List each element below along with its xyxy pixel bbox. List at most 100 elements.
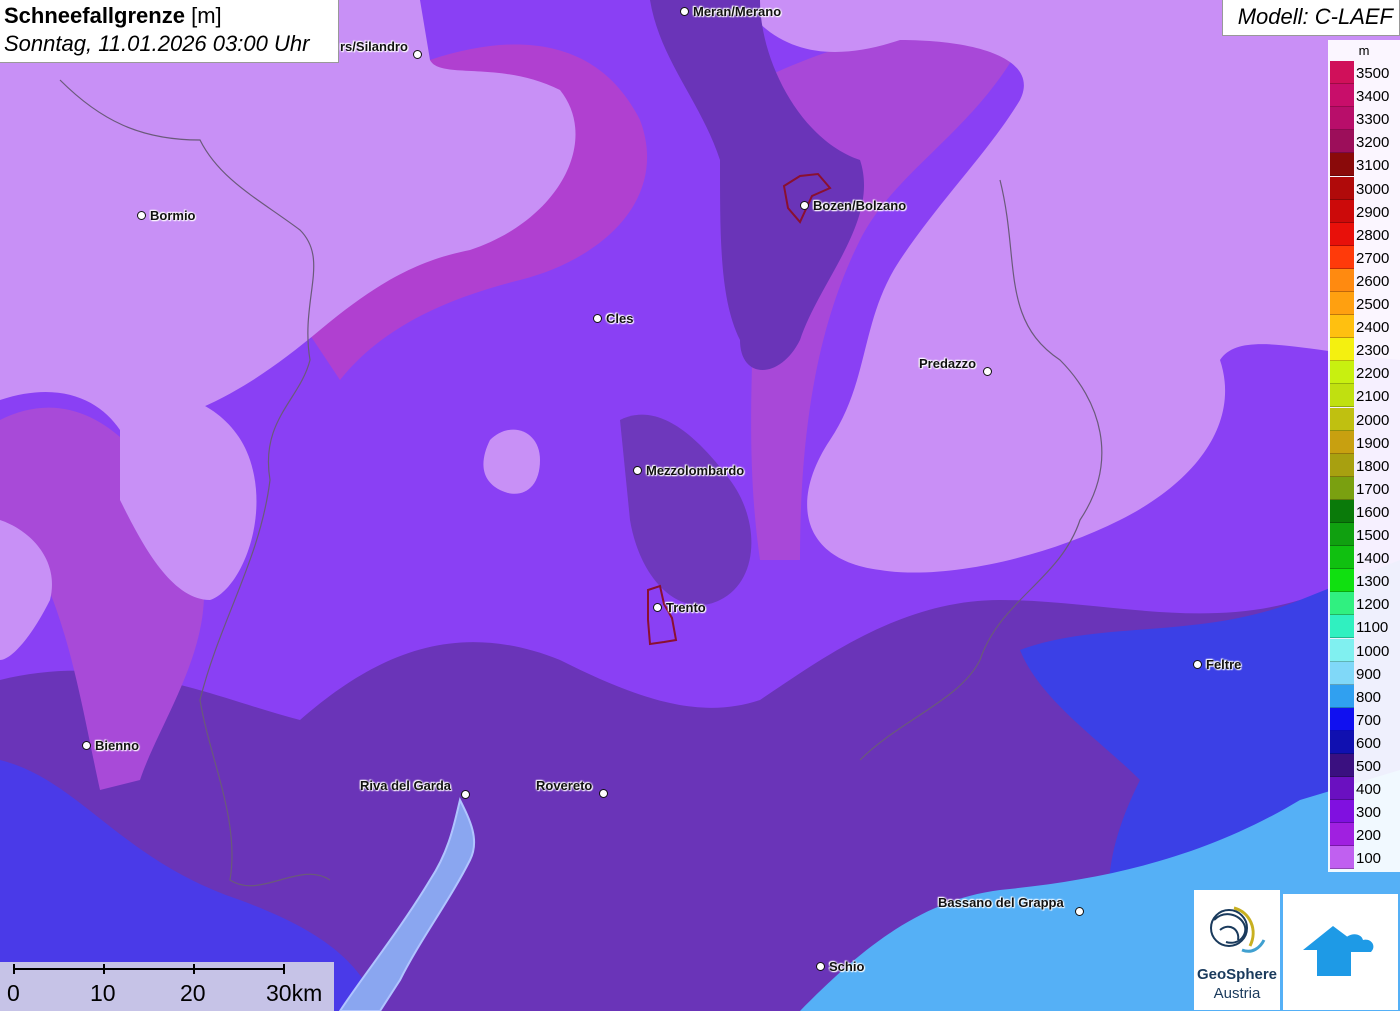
legend-row: 2800 — [1330, 222, 1400, 246]
legend-value: 1900 — [1356, 434, 1390, 452]
legend-swatch — [1330, 707, 1354, 731]
legend-value: 500 — [1356, 758, 1382, 775]
legend-row: 1900 — [1330, 430, 1400, 454]
city-marker — [983, 367, 992, 376]
title-box: Schneefallgrenze [m] Sonntag, 11.01.2026… — [0, 0, 339, 63]
logo-text-austria: Austria — [1213, 985, 1261, 1002]
city-marker — [137, 211, 146, 220]
city-marker — [816, 962, 825, 971]
legend-row: 3500 — [1330, 61, 1400, 84]
legend-swatch — [1330, 199, 1354, 223]
legend-value: 2800 — [1356, 226, 1390, 244]
legend-row: 2700 — [1330, 245, 1400, 269]
legend-value: 800 — [1356, 688, 1382, 706]
legend-row: 2200 — [1330, 361, 1400, 385]
legend-swatch — [1330, 661, 1354, 685]
city-label: Cles — [606, 311, 634, 326]
legend-value: 200 — [1356, 827, 1382, 845]
legend-row: 300 — [1330, 800, 1400, 824]
color-legend: m 3500 3400 3300 3200 3100 3000 2900 2800 2700 26… — [1328, 40, 1400, 872]
legend-value: 1300 — [1356, 573, 1390, 591]
legend-swatch — [1330, 800, 1354, 824]
legend-row: 200 — [1330, 823, 1400, 847]
legend-swatch — [1330, 84, 1354, 108]
legend-row: 1800 — [1330, 453, 1400, 477]
legend-value: 2000 — [1356, 411, 1390, 429]
legend-swatch — [1330, 268, 1354, 292]
city-label: Rovereto — [536, 778, 593, 793]
legend-row: 3000 — [1330, 176, 1400, 200]
legend-value: 2200 — [1356, 365, 1390, 383]
legend-swatch — [1330, 176, 1354, 200]
legend-value: 3200 — [1356, 134, 1390, 152]
city-marker — [800, 201, 809, 210]
legend-value: 3400 — [1356, 88, 1390, 106]
legend-row: 1200 — [1330, 592, 1400, 616]
legend-unit: m — [1358, 43, 1370, 58]
legend-swatch — [1330, 292, 1354, 315]
map-subtitle: Sonntag, 11.01.2026 03:00 Uhr — [4, 31, 310, 56]
city-label: Schio — [829, 959, 865, 974]
legend-swatch — [1330, 684, 1354, 708]
legend-swatch — [1330, 846, 1354, 870]
legend-value: 1000 — [1356, 642, 1390, 660]
legend-value: 2400 — [1356, 319, 1390, 337]
scale-label-20: 20 — [180, 980, 206, 1006]
geosphere-logo[interactable]: GeoSphere Austria — [1194, 890, 1280, 1010]
warning-cloud-icon — [1303, 926, 1374, 976]
legend-swatch — [1330, 384, 1354, 408]
legend-value: 400 — [1356, 781, 1382, 799]
legend-swatch — [1330, 730, 1354, 754]
legend-swatch — [1330, 754, 1354, 777]
legend-row: 700 — [1330, 707, 1400, 731]
geosphere-logo-icon — [1210, 906, 1266, 953]
legend-row: 600 — [1330, 730, 1400, 754]
snowfall-map — [0, 0, 1400, 1011]
city-label: Bormio — [150, 208, 196, 223]
city-label: Bozen/Bolzano — [813, 198, 907, 213]
city-marker — [1193, 660, 1202, 669]
legend-row: 2600 — [1330, 268, 1400, 292]
city-marker — [633, 466, 642, 475]
legend-swatch — [1330, 592, 1354, 616]
legend-row: 500 — [1330, 754, 1400, 777]
legend-value: 1200 — [1356, 596, 1390, 614]
city-marker — [1075, 907, 1084, 916]
city-label: Riva del Garda — [360, 778, 452, 793]
legend-row: 1300 — [1330, 569, 1400, 593]
city-marker — [599, 789, 608, 798]
legend-row: 2300 — [1330, 338, 1400, 362]
map-title: Schneefallgrenze [m] — [4, 3, 222, 29]
legend-value: 100 — [1356, 850, 1382, 868]
legend-value: 3000 — [1356, 180, 1390, 198]
legend-row: 1400 — [1330, 546, 1400, 570]
legend-swatch — [1330, 130, 1354, 154]
city-label: rs/Silandro — [340, 39, 408, 54]
legend-swatch — [1330, 615, 1354, 639]
legend-value: 900 — [1356, 665, 1382, 683]
legend-swatch — [1330, 222, 1354, 246]
legend-value: 300 — [1356, 804, 1382, 822]
legend-swatch — [1330, 523, 1354, 546]
city-marker — [653, 603, 662, 612]
warning-logo[interactable] — [1283, 894, 1398, 1010]
legend-row: 1500 — [1330, 523, 1400, 546]
city-marker — [461, 790, 470, 799]
legend-value: 1800 — [1356, 457, 1390, 475]
legend-swatch — [1330, 476, 1354, 500]
scale-label-0: 0 — [7, 980, 20, 1006]
city-marker — [82, 741, 91, 750]
legend-value: 700 — [1356, 711, 1382, 729]
title-bold: Schneefallgrenze — [4, 3, 185, 28]
city-marker — [593, 314, 602, 323]
legend-row: 2000 — [1330, 407, 1400, 431]
legend-row: 1600 — [1330, 499, 1400, 523]
legend-row: 2100 — [1330, 384, 1400, 408]
legend-row: 2400 — [1330, 315, 1400, 339]
city-label: Predazzo — [919, 356, 977, 371]
legend-swatch — [1330, 569, 1354, 593]
scale-label-30km: 30km — [266, 980, 323, 1006]
legend-row: 1100 — [1330, 615, 1400, 639]
legend-value: 600 — [1356, 734, 1382, 752]
legend-value: 1400 — [1356, 550, 1390, 568]
